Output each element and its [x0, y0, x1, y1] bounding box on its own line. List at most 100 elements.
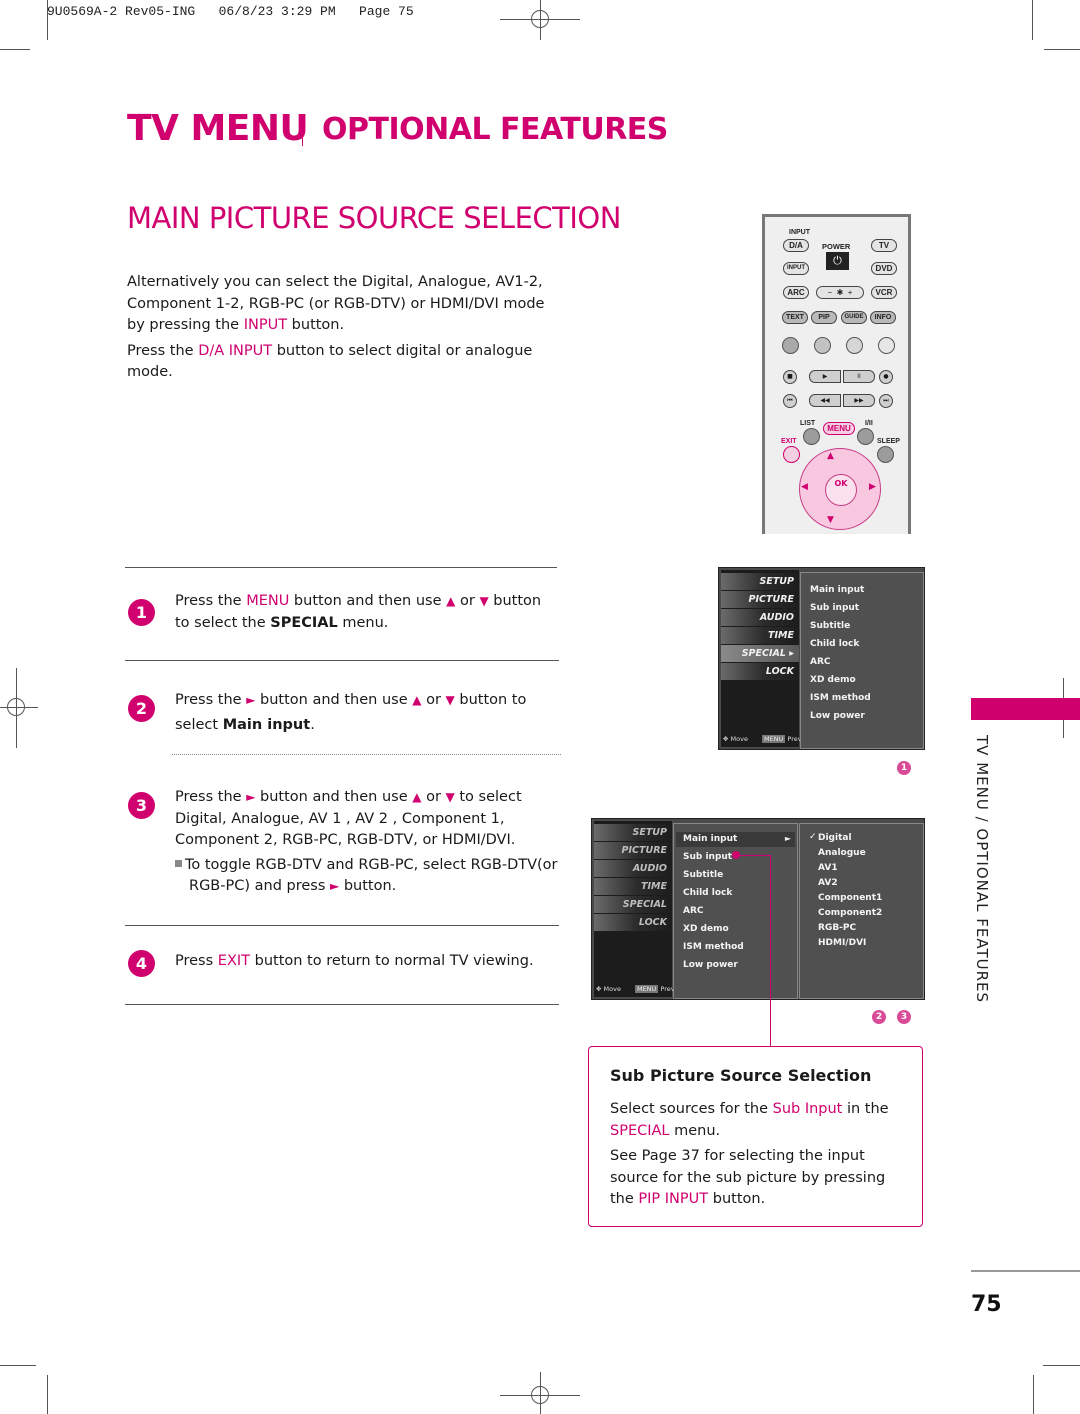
up-arrow-icon: ▲ [827, 451, 834, 461]
text: menu. [669, 1122, 721, 1139]
fast-forward-icon: ▶▶ [843, 394, 875, 407]
osd-item: XD demo [683, 924, 729, 934]
osd-side-time: TIME [594, 878, 672, 895]
remote-text-button: TEXT [782, 311, 808, 324]
remote-info-button: INFO [870, 311, 896, 324]
text: button. [708, 1191, 766, 1207]
osd-item: Child lock [810, 639, 860, 649]
text: Press the [127, 342, 199, 359]
osd-item: Low power [810, 711, 865, 721]
step-number: 3 [128, 792, 155, 819]
registration-mark [7, 698, 25, 716]
remote-list-button [803, 428, 820, 445]
remote-input-button: INPUT [783, 262, 809, 275]
move-icon: ✥ [723, 735, 729, 743]
text: in the [842, 1101, 889, 1117]
note-text: Select sources for the Sub Input in the … [610, 1099, 910, 1215]
crop-mark [1043, 1365, 1080, 1366]
figure-step-badge: 1 [897, 761, 911, 775]
remote-brightness-rocker: − ✱ + [816, 286, 864, 299]
page-subtitle: OPTIONAL FEATURES [322, 112, 668, 147]
registration-mark [531, 10, 549, 28]
text: button and then use [255, 692, 413, 708]
text: Press the [175, 692, 247, 708]
osd-special-menu: SETUP PICTURE AUDIO TIME SPECIAL ▸ LOCK … [718, 567, 925, 750]
osd-item: ISM method [683, 942, 744, 952]
osd-option: AV2 [818, 878, 838, 888]
osd-side-lock: LOCK [721, 663, 799, 680]
text: Select sources for the [610, 1101, 773, 1117]
intro-paragraph: Press the D/A INPUT button to select dig… [127, 341, 557, 384]
remote-sleep-button [877, 446, 894, 463]
osd-item-main-input: Main input [683, 834, 738, 844]
osd-side-setup: SETUP [594, 824, 672, 841]
callout-line [770, 855, 771, 1046]
osd-footer: ✥ Move MENU Prev [596, 985, 675, 993]
osd-side-picture: PICTURE [594, 842, 672, 859]
remote-dvd-button: DVD [871, 262, 897, 275]
left-arrow-icon: ◀ [801, 482, 808, 492]
stop-icon: ■ [783, 370, 797, 384]
text: button to return to normal TV viewing. [250, 953, 534, 969]
menu-chip: MENU [761, 735, 786, 743]
remote-input-label: INPUT [789, 229, 810, 236]
move-icon: ✥ [596, 985, 602, 993]
text: Move [730, 735, 748, 743]
print-slug: 9U0569A-2 Rev05-ING 06/8/23 3:29 PM Page… [47, 4, 414, 19]
crop-mark [1033, 1375, 1034, 1414]
text: . [310, 717, 315, 733]
main-input-ref: Main input [222, 717, 311, 733]
brightness-icon: ✱ [836, 288, 844, 297]
osd-item: Subtitle [683, 870, 724, 880]
osd-item: Low power [683, 960, 738, 970]
intro-text: Alternatively you can select the Digital… [127, 272, 557, 388]
osd-side-setup: SETUP [721, 573, 799, 590]
section-title: MAIN PICTURE SOURCE SELECTION [127, 201, 621, 235]
text: button and then use [289, 593, 447, 609]
text: or [455, 593, 480, 609]
previous-icon: ⏮ [783, 394, 797, 408]
text: Press the [175, 593, 247, 609]
down-triangle-icon: ▼ [445, 693, 455, 707]
step-number: 1 [128, 599, 155, 626]
pause-icon: II [843, 370, 875, 383]
remote-i-ii-label: I/II [865, 420, 873, 427]
osd-item-panel: Main input ► Sub input Subtitle Child lo… [673, 823, 798, 999]
section-tab-label: TV MENU / OPTIONAL FEATURES [973, 735, 991, 1004]
crop-mark [47, 1375, 48, 1414]
figure-step-badge: 3 [897, 1010, 911, 1024]
registration-mark [531, 1386, 549, 1404]
remote-da-button: D/A [783, 239, 809, 252]
power-icon: ⏻ [826, 252, 849, 270]
note-title: Sub Picture Source Selection [610, 1066, 872, 1085]
remote-power-label: POWER [822, 242, 851, 251]
osd-side-time: TIME [721, 627, 799, 644]
step-3-note: To toggle RGB-DTV and RGB-PC, select RGB… [175, 855, 560, 898]
crop-mark [0, 49, 30, 50]
remote-i-ii-button [857, 428, 874, 445]
menu-chip: MENU [634, 985, 659, 993]
text: button. [287, 317, 345, 333]
text: menu. [337, 614, 389, 631]
text: or [421, 692, 446, 708]
remote-vcr-button: VCR [871, 286, 897, 299]
plus-icon: + [847, 288, 853, 297]
osd-item: Main input [810, 585, 865, 595]
figure-step-badge: 2 [872, 1010, 886, 1024]
step-2-text: Press the ► button and then use ▲ or ▼ b… [175, 688, 560, 738]
pip-input-ref: PIP INPUT [638, 1191, 709, 1207]
text: Press [175, 953, 218, 969]
page-number-rule [971, 1270, 1080, 1272]
right-triangle-icon: ► [330, 879, 340, 893]
remote-color-button [846, 337, 863, 354]
down-triangle-icon: ▼ [479, 594, 489, 608]
osd-side-lock: LOCK [594, 914, 672, 931]
osd-side-audio: AUDIO [721, 609, 799, 626]
remote-exit-label: EXIT [781, 438, 797, 445]
crop-mark [1032, 0, 1033, 40]
divider [125, 567, 557, 568]
osd-option: Component1 [818, 893, 883, 903]
page-number: 75 [971, 1292, 1002, 1317]
osd-option: AV1 [818, 863, 838, 873]
remote-control-illustration: INPUT D/A POWER ⏻ TV INPUT DVD ARC − ✱ +… [762, 214, 911, 534]
